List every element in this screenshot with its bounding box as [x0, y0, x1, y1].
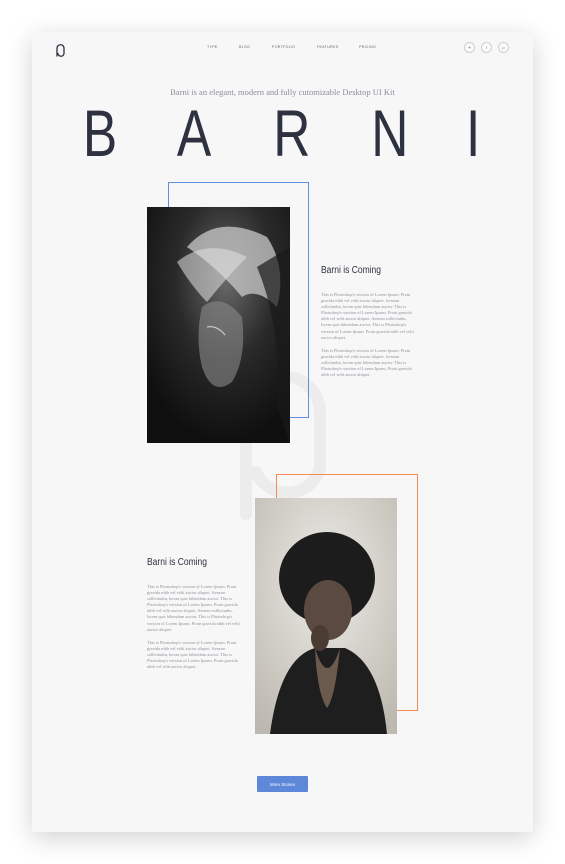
hero-letter-r: R [273, 96, 311, 170]
page-card: Type Blog Portfolio Features Pricing ✦ f… [32, 32, 533, 832]
hero-title: B A R N I [32, 98, 533, 168]
nav-item-type[interactable]: Type [207, 45, 218, 49]
nav-item-portfolio[interactable]: Portfolio [272, 45, 295, 49]
section-1-title: Barni is Coming [321, 265, 382, 276]
section-1-paragraph-1: This is Photoshop's version of Lorem Ips… [321, 292, 414, 340]
nav-item-blog[interactable]: Blog [239, 45, 250, 49]
more-stories-button[interactable]: More Stories [257, 776, 308, 792]
hero-letter-b: B [82, 96, 118, 170]
section-2-paragraph-1: This is Photoshop's version of Lorem Ips… [147, 584, 240, 632]
twitter-icon[interactable]: ✦ [464, 42, 475, 53]
nav-item-features[interactable]: Features [317, 45, 338, 49]
portrait-photo-1 [147, 207, 290, 443]
facebook-icon[interactable]: f [481, 42, 492, 53]
hero-letter-a: A [176, 96, 212, 170]
hero-letter-i: I [466, 96, 481, 170]
section-2-body: This is Photoshop's version of Lorem Ips… [147, 584, 241, 677]
pinterest-icon[interactable]: p [498, 42, 509, 53]
section-2-title: Barni is Coming [147, 557, 208, 568]
hero-letter-n: N [371, 96, 409, 170]
section-2-paragraph-2: This is Photoshop's version of Lorem Ips… [147, 639, 238, 670]
section-1-paragraph-2: This is Photoshop's version of Lorem Ips… [321, 347, 412, 378]
section-1-body: This is Photoshop's version of Lorem Ips… [321, 292, 415, 385]
main-nav: Type Blog Portfolio Features Pricing [32, 45, 533, 55]
nav-item-pricing[interactable]: Pricing [359, 45, 376, 49]
portrait-photo-2 [255, 498, 397, 734]
